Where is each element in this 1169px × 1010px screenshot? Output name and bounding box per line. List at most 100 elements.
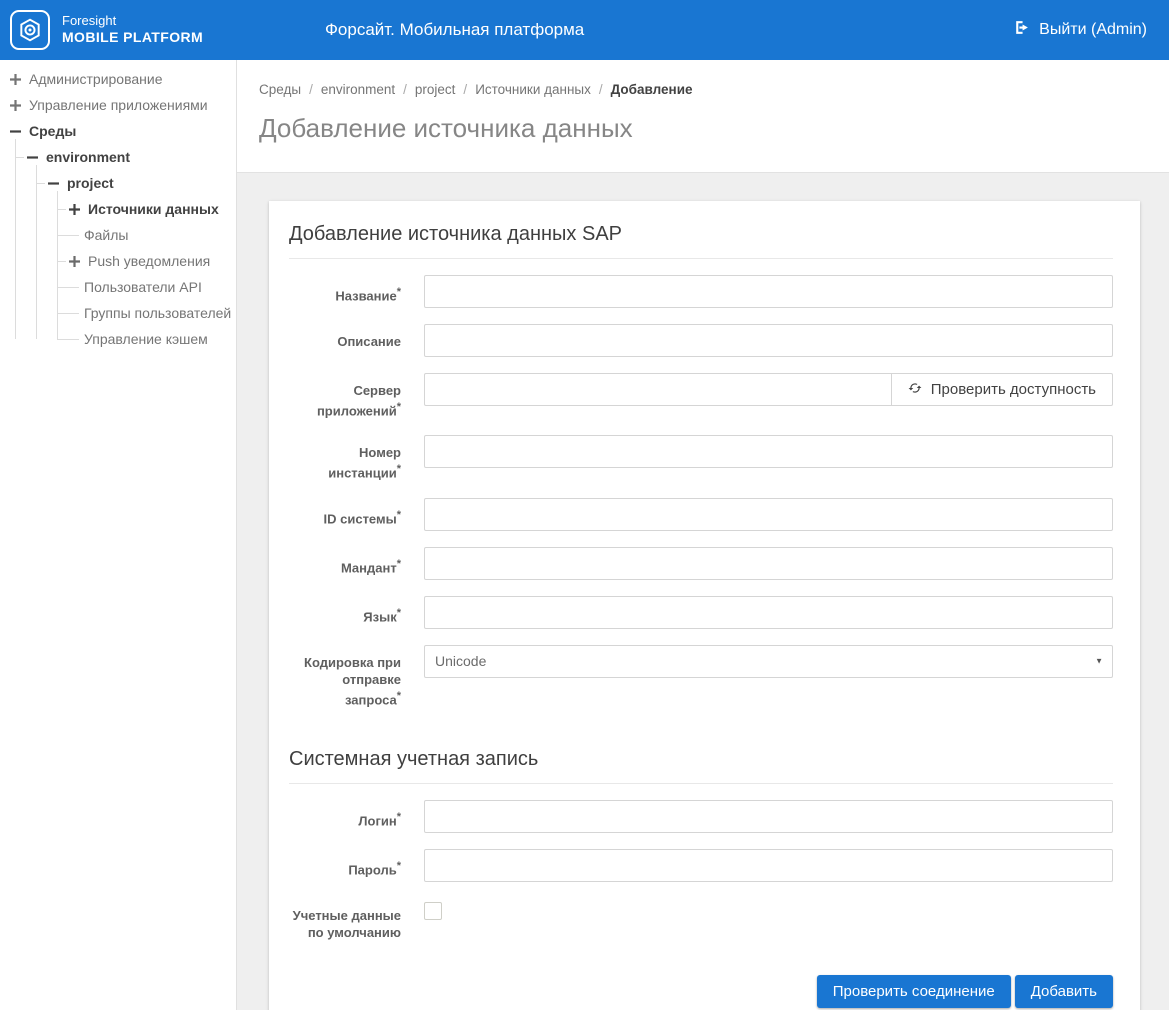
section-title-sap: Добавление источника данных SAP: [289, 223, 1113, 259]
logo-line1: Foresight: [62, 13, 203, 29]
sidebar-item-environment[interactable]: environment: [15, 144, 236, 170]
add-button[interactable]: Добавить: [1015, 975, 1113, 1008]
sidebar-nav-tree: Администрирование Управление приложениям…: [0, 60, 237, 1010]
sidebar-item-data-sources[interactable]: Источники данных: [57, 196, 236, 222]
form-row-password: Пароль*: [289, 849, 1113, 882]
breadcrumb-environments[interactable]: Среды: [259, 82, 301, 97]
system-id-label: ID системы*: [289, 498, 401, 531]
breadcrumb-separator: /: [599, 82, 603, 97]
password-label: Пароль*: [289, 849, 401, 882]
required-marker: *: [397, 509, 401, 521]
add-data-source-form-card: Добавление источника данных SAP Название…: [269, 201, 1140, 1010]
name-input[interactable]: [424, 275, 1113, 308]
tree-connector: [15, 157, 24, 158]
instance-label: Номер инстанции*: [289, 435, 401, 481]
server-label: Сервер приложений*: [289, 373, 401, 419]
sidebar-item-user-groups[interactable]: Группы пользователей: [57, 300, 236, 326]
breadcrumb-separator: /: [403, 82, 407, 97]
logout-label: Выйти (Admin): [1039, 21, 1147, 39]
collapse-minus-icon[interactable]: [27, 152, 38, 163]
required-marker: *: [397, 463, 401, 475]
description-input[interactable]: [424, 324, 1113, 357]
expand-plus-icon[interactable]: [69, 256, 80, 267]
required-marker: *: [397, 401, 401, 413]
form-row-encoding: Кодировка при отправке запроса* Unicode …: [289, 645, 1113, 708]
server-input[interactable]: [424, 373, 892, 406]
page-header: Среды / environment / project / Источник…: [237, 60, 1169, 173]
sidebar-item-push-notifications[interactable]: Push уведомления: [57, 248, 236, 274]
form-row-server: Сервер приложений* Проверить доступность: [289, 373, 1113, 419]
breadcrumb-environment[interactable]: environment: [321, 82, 395, 97]
app-title: Форсайт. Мобильная платформа: [325, 20, 584, 40]
tree-connector: [57, 313, 79, 314]
form-row-mandant: Мандант*: [289, 547, 1113, 580]
sidebar-item-administration[interactable]: Администрирование: [0, 66, 236, 92]
required-marker: *: [397, 558, 401, 570]
sidebar-item-files[interactable]: Файлы: [57, 222, 236, 248]
form-actions: Проверить соединение Добавить: [289, 975, 1113, 1008]
tree-connector: [36, 183, 45, 184]
logo-line2: MOBILE PLATFORM: [62, 29, 203, 47]
breadcrumb-project[interactable]: project: [415, 82, 456, 97]
breadcrumb-data-sources[interactable]: Источники данных: [475, 82, 591, 97]
language-label: Язык*: [289, 596, 401, 629]
required-marker: *: [397, 690, 401, 702]
expand-plus-icon[interactable]: [10, 100, 21, 111]
form-row-name: Название*: [289, 275, 1113, 308]
form-row-language: Язык*: [289, 596, 1113, 629]
form-row-default-credentials: Учетные данные по умолчанию: [289, 898, 1113, 941]
logout-button[interactable]: Выйти (Admin): [1013, 19, 1147, 41]
encoding-label: Кодировка при отправке запроса*: [289, 645, 401, 708]
expand-plus-icon[interactable]: [10, 74, 21, 85]
required-marker: *: [397, 811, 401, 823]
sidebar-item-project[interactable]: project: [36, 170, 236, 196]
form-row-login: Логин*: [289, 800, 1113, 833]
encoding-select[interactable]: Unicode ▼: [424, 645, 1113, 678]
breadcrumb: Среды / environment / project / Источник…: [259, 82, 1149, 97]
instance-number-input[interactable]: [424, 435, 1113, 468]
mandant-label: Мандант*: [289, 547, 401, 580]
app-header: Foresight MOBILE PLATFORM Форсайт. Мобил…: [0, 0, 1169, 60]
tree-connector: [57, 339, 79, 340]
page-title: Добавление источника данных: [259, 113, 1149, 144]
default-credentials-checkbox[interactable]: [424, 902, 442, 920]
logo: Foresight MOBILE PLATFORM: [10, 10, 203, 50]
expand-plus-icon[interactable]: [69, 204, 80, 215]
required-marker: *: [397, 286, 401, 298]
check-availability-label: Проверить доступность: [931, 381, 1096, 398]
test-connection-button[interactable]: Проверить соединение: [817, 975, 1011, 1008]
app-window: Foresight MOBILE PLATFORM Форсайт. Мобил…: [0, 0, 1169, 1010]
tree-connector: [57, 235, 79, 236]
sidebar-item-cache-management[interactable]: Управление кэшем: [57, 326, 236, 352]
encoding-selected-value: Unicode: [435, 653, 486, 669]
mandant-input[interactable]: [424, 547, 1113, 580]
tree-connector: [57, 209, 66, 210]
section-title-account: Системная учетная запись: [289, 748, 1113, 784]
tree-connector: [57, 261, 66, 262]
content-area: Добавление источника данных SAP Название…: [237, 173, 1169, 1010]
sidebar-item-api-users[interactable]: Пользователи API: [57, 274, 236, 300]
check-availability-button[interactable]: Проверить доступность: [891, 373, 1113, 406]
logo-text: Foresight MOBILE PLATFORM: [62, 13, 203, 47]
form-row-description: Описание: [289, 324, 1113, 357]
form-row-instance: Номер инстанции*: [289, 435, 1113, 481]
system-id-input[interactable]: [424, 498, 1113, 531]
breadcrumb-separator: /: [463, 82, 467, 97]
foresight-logo-icon: [10, 10, 50, 50]
language-input[interactable]: [424, 596, 1113, 629]
form-row-system-id: ID системы*: [289, 498, 1113, 531]
collapse-minus-icon[interactable]: [48, 178, 59, 189]
chevron-down-icon: ▼: [1095, 657, 1103, 666]
default-credentials-label: Учетные данные по умолчанию: [289, 898, 401, 941]
login-label: Логин*: [289, 800, 401, 833]
refresh-icon: [908, 381, 922, 399]
login-input[interactable]: [424, 800, 1113, 833]
tree-connector: [57, 287, 79, 288]
breadcrumb-current: Добавление: [611, 82, 693, 97]
sidebar-item-app-management[interactable]: Управление приложениями: [0, 92, 236, 118]
logout-icon: [1013, 19, 1030, 41]
collapse-minus-icon[interactable]: [10, 126, 21, 137]
breadcrumb-separator: /: [309, 82, 313, 97]
password-input[interactable]: [424, 849, 1113, 882]
sidebar-item-environments[interactable]: Среды: [0, 118, 236, 144]
